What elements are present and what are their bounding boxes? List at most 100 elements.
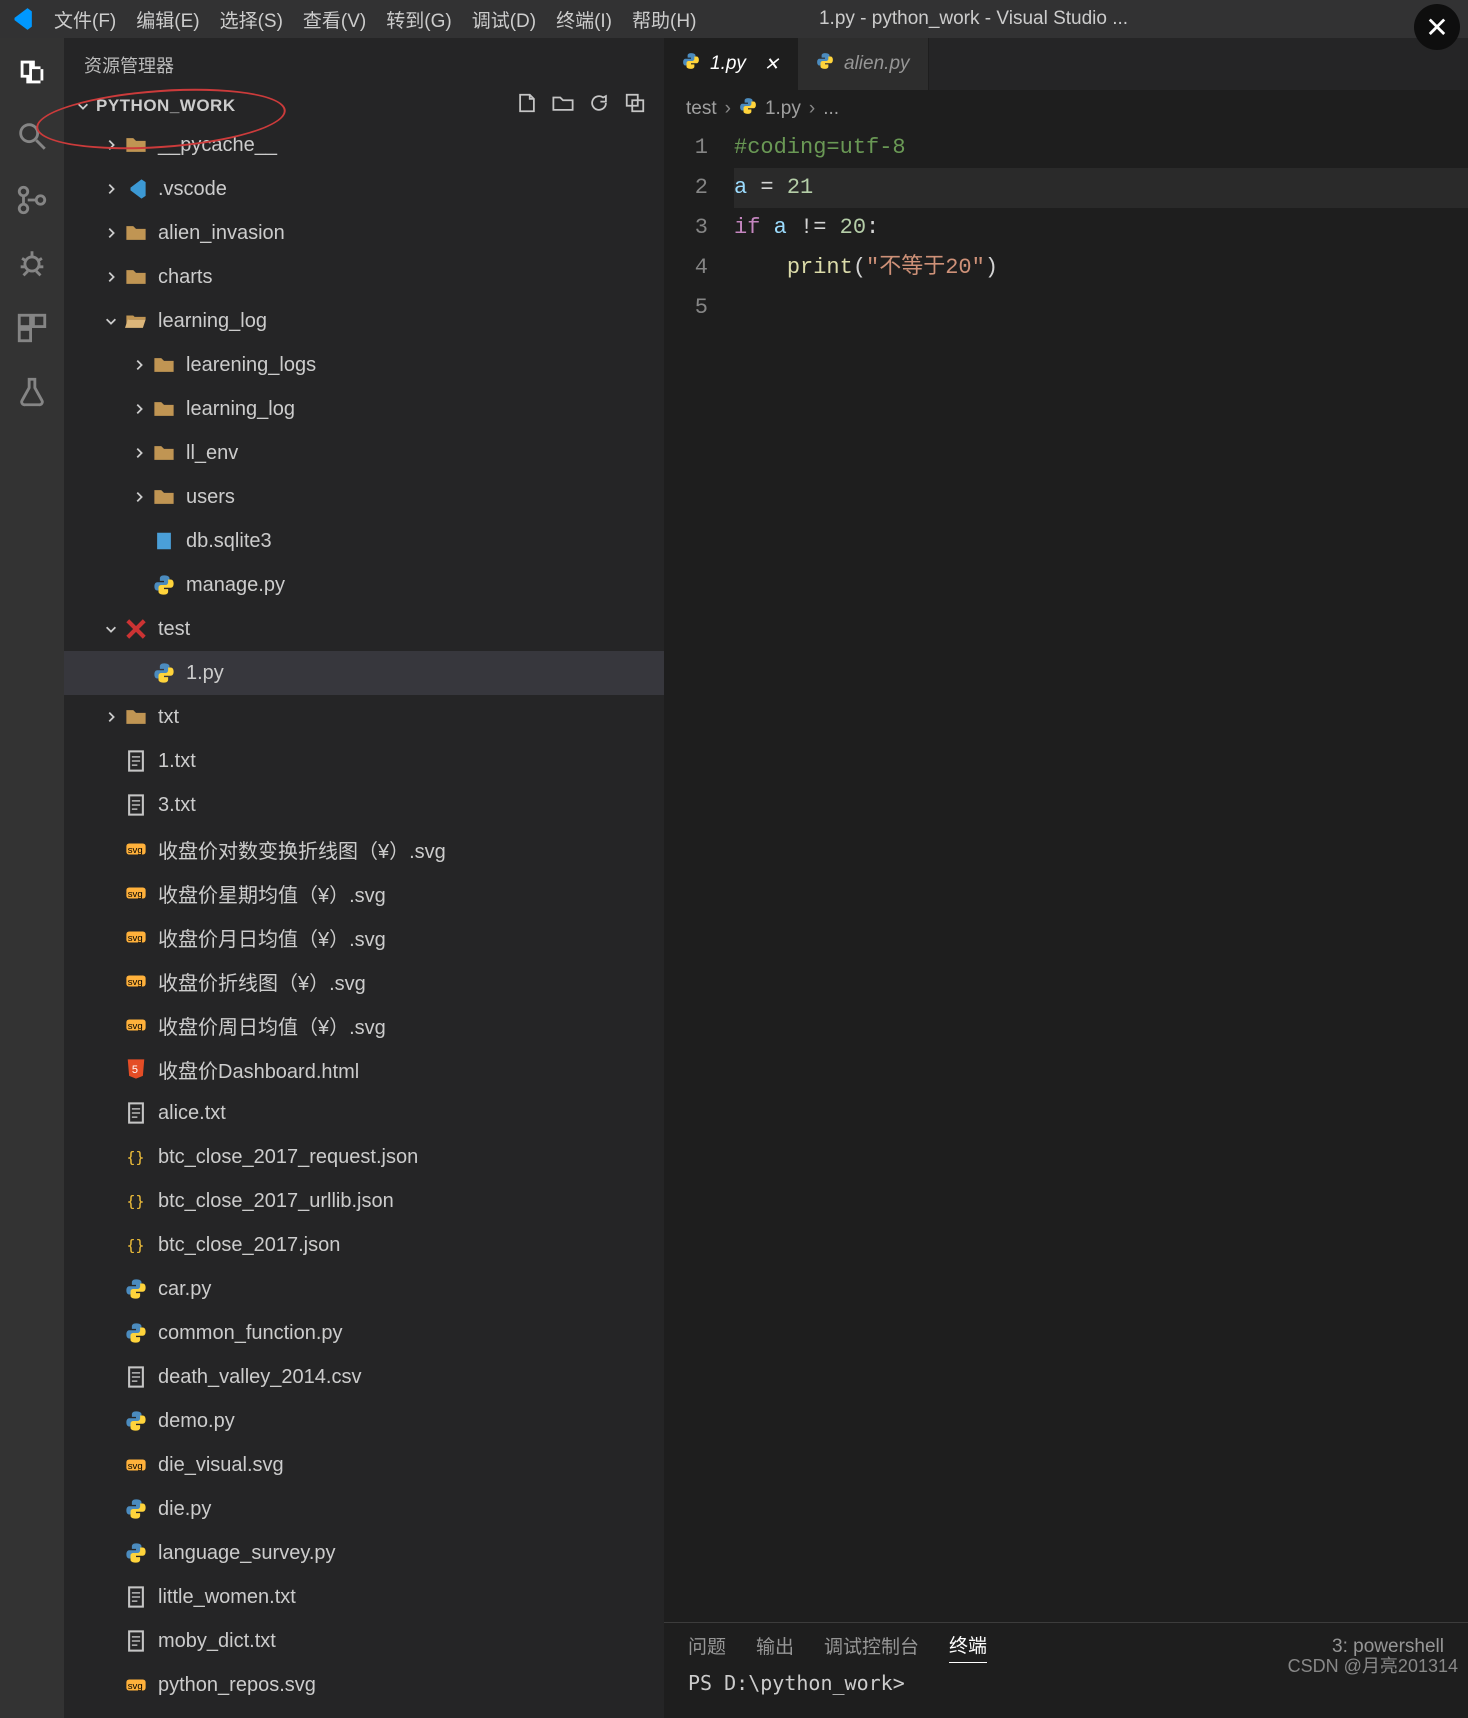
- tree-item-label: 收盘价星期均值（¥）.svg: [158, 879, 386, 908]
- tree-item[interactable]: 收盘价Dashboard.html: [64, 1047, 664, 1091]
- tree-item[interactable]: btc_close_2017_request.json: [64, 1135, 664, 1179]
- titlebar: 文件(F)编辑(E)选择(S)查看(V)转到(G)调试(D)终端(I)帮助(H)…: [0, 0, 1468, 38]
- tree-item[interactable]: 收盘价月日均值（¥）.svg: [64, 915, 664, 959]
- tree-item[interactable]: ll_env: [64, 431, 664, 475]
- tree-item-label: learening_logs: [186, 354, 316, 377]
- tree-item-label: moby_dict.txt: [158, 1630, 276, 1653]
- tree-item[interactable]: btc_close_2017_urllib.json: [64, 1179, 664, 1223]
- breadcrumb-item[interactable]: ...: [823, 98, 839, 120]
- code-line[interactable]: a = 21: [734, 168, 1468, 208]
- editor-tab[interactable]: 1.py✕: [664, 38, 798, 90]
- search-icon[interactable]: [14, 118, 50, 154]
- editor-tab[interactable]: alien.py: [798, 38, 929, 90]
- tree-item[interactable]: manage.py: [64, 563, 664, 607]
- code-line[interactable]: if a != 20:: [734, 208, 1468, 248]
- tree-item[interactable]: die.py: [64, 1487, 664, 1531]
- new-file-icon[interactable]: [516, 92, 538, 119]
- code-line[interactable]: #coding=utf-8: [734, 128, 1468, 168]
- tree-item[interactable]: little_women.txt: [64, 1575, 664, 1619]
- tree-item[interactable]: __pycache__: [64, 123, 664, 167]
- menu-item[interactable]: 转到(G): [378, 2, 459, 37]
- tree-item[interactable]: car.py: [64, 1267, 664, 1311]
- python-icon: [152, 573, 176, 597]
- tree-item[interactable]: 收盘价星期均值（¥）.svg: [64, 871, 664, 915]
- code-line[interactable]: [734, 288, 1468, 328]
- tree-item[interactable]: test: [64, 607, 664, 651]
- tree-item[interactable]: die_visual.svg: [64, 1443, 664, 1487]
- panel-tab[interactable]: 调试控制台: [824, 1632, 919, 1663]
- tree-item[interactable]: learening_logs: [64, 343, 664, 387]
- folder-icon: [124, 221, 148, 245]
- svg-icon: [124, 1453, 148, 1477]
- refresh-icon[interactable]: [588, 92, 610, 119]
- testing-icon[interactable]: [14, 374, 50, 410]
- menu-item[interactable]: 查看(V): [295, 2, 374, 37]
- tree-item-label: alien_invasion: [158, 222, 285, 245]
- tree-item[interactable]: learning_log: [64, 387, 664, 431]
- tree-item-label: manage.py: [186, 574, 285, 597]
- menu-item[interactable]: 选择(S): [212, 2, 291, 37]
- chevron-right-icon: [130, 402, 148, 416]
- tree-item[interactable]: alice.txt: [64, 1091, 664, 1135]
- extensions-icon[interactable]: [14, 310, 50, 346]
- source-control-icon[interactable]: [14, 182, 50, 218]
- tree-item[interactable]: alien_invasion: [64, 211, 664, 255]
- tree-item-label: car.py: [158, 1278, 211, 1301]
- line-number: 5: [664, 288, 708, 328]
- tree-item[interactable]: learning_log: [64, 299, 664, 343]
- tree-item[interactable]: 收盘价周日均值（¥）.svg: [64, 1003, 664, 1047]
- menu-item[interactable]: 终端(I): [548, 2, 620, 37]
- tree-item[interactable]: death_valley_2014.csv: [64, 1355, 664, 1399]
- text-icon: [124, 1585, 148, 1609]
- tree-item[interactable]: btc_close_2017.json: [64, 1223, 664, 1267]
- chevron-right-icon: [102, 138, 120, 152]
- svg-icon: [124, 1013, 148, 1037]
- tree-item[interactable]: .vscode: [64, 167, 664, 211]
- code-editor[interactable]: 12345 #coding=utf-8a = 21if a != 20: pri…: [664, 128, 1468, 1622]
- tree-item[interactable]: 3.txt: [64, 783, 664, 827]
- panel-tab[interactable]: 问题: [688, 1632, 726, 1663]
- breadcrumb[interactable]: test › 1.py › ...: [664, 90, 1468, 128]
- vscode-icon: [124, 177, 148, 201]
- menu-item[interactable]: 文件(F): [46, 2, 124, 37]
- tree-item[interactable]: charts: [64, 255, 664, 299]
- panel-tab[interactable]: 终端: [949, 1631, 987, 1663]
- code-line[interactable]: print("不等于20"): [734, 248, 1468, 288]
- sidebar-root-header[interactable]: PYTHON_WORK: [64, 88, 664, 123]
- tree-item-label: 收盘价月日均值（¥）.svg: [158, 923, 386, 952]
- explorer-icon[interactable]: [14, 54, 50, 90]
- menu-item[interactable]: 编辑(E): [128, 2, 207, 37]
- tree-item[interactable]: db.sqlite3: [64, 519, 664, 563]
- menu-item[interactable]: 调试(D): [464, 2, 544, 37]
- tree-item-label: 3.txt: [158, 794, 196, 817]
- tree-item[interactable]: users: [64, 475, 664, 519]
- close-tab-icon[interactable]: ✕: [764, 54, 779, 75]
- menubar: 文件(F)编辑(E)选择(S)查看(V)转到(G)调试(D)终端(I)帮助(H): [46, 2, 704, 37]
- tree-item[interactable]: demo.py: [64, 1399, 664, 1443]
- tree-item-label: learning_log: [186, 398, 295, 421]
- db-icon: [152, 529, 176, 553]
- tree-item[interactable]: 1.txt: [64, 739, 664, 783]
- tree-item-label: 收盘价Dashboard.html: [158, 1055, 359, 1084]
- window-title: 1.py - python_work - Visual Studio ...: [819, 8, 1128, 30]
- debug-icon[interactable]: [14, 246, 50, 282]
- tree-item[interactable]: moby_dict.txt: [64, 1619, 664, 1663]
- tree-item[interactable]: 1.py: [64, 651, 664, 695]
- breadcrumb-item[interactable]: 1.py: [765, 98, 801, 120]
- tree-item[interactable]: common_function.py: [64, 1311, 664, 1355]
- tree-item[interactable]: python_repos.svg: [64, 1663, 664, 1707]
- workspace-name: PYTHON_WORK: [96, 96, 236, 116]
- close-button[interactable]: ✕: [1414, 4, 1460, 50]
- collapse-all-icon[interactable]: [624, 92, 646, 119]
- python-icon: [124, 1497, 148, 1521]
- tree-item[interactable]: 收盘价对数变换折线图（¥）.svg: [64, 827, 664, 871]
- tree-item[interactable]: txt: [64, 695, 664, 739]
- folder-open-icon: [124, 309, 148, 333]
- breadcrumb-item[interactable]: test: [686, 98, 717, 120]
- panel-tab[interactable]: 输出: [756, 1632, 794, 1663]
- code-content[interactable]: #coding=utf-8a = 21if a != 20: print("不等…: [734, 128, 1468, 1622]
- tree-item[interactable]: language_survey.py: [64, 1531, 664, 1575]
- new-folder-icon[interactable]: [552, 92, 574, 119]
- menu-item[interactable]: 帮助(H): [624, 2, 704, 37]
- tree-item[interactable]: 收盘价折线图（¥）.svg: [64, 959, 664, 1003]
